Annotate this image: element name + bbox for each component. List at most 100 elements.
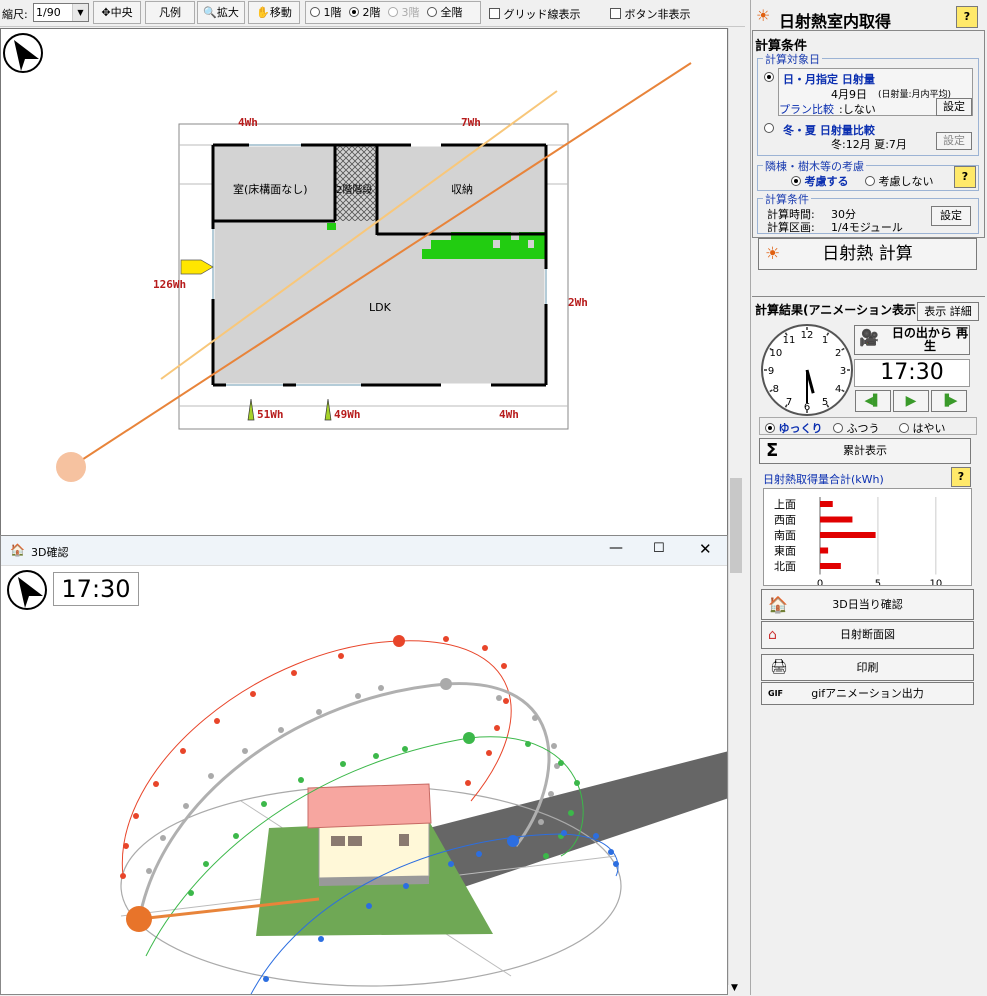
shading-on-radio[interactable]: 考慮する <box>791 173 849 189</box>
help-button[interactable]: ? <box>956 6 978 28</box>
printer-icon: 🖨 <box>770 659 788 675</box>
calc-section-label: 計算区画: <box>767 221 815 234</box>
scale-select[interactable]: 1/90 ▼ <box>33 3 89 22</box>
north-arrow-icon <box>3 33 43 73</box>
shading-off-radio[interactable]: 考慮しない <box>865 173 934 189</box>
3d-sun-check-button[interactable]: 🏠 3D日当り確認 <box>761 589 974 620</box>
target-day-radio-2[interactable] <box>764 122 774 135</box>
floor3-radio[interactable] <box>388 7 398 17</box>
window-3d: 🏠 3D確認 — ☐ ✕ 17:30 <box>0 535 728 995</box>
wh-left: 126Wh <box>153 278 187 291</box>
option1-title: 日・月指定 日射量 <box>783 73 875 86</box>
floor2-radio[interactable] <box>349 7 359 17</box>
maximize-icon[interactable]: ☐ <box>653 541 665 556</box>
plan-compare-link[interactable]: プラン比較 <box>779 101 834 117</box>
results-detail-label: 表示 詳細 <box>924 305 972 318</box>
gif-file-icon: GIF <box>768 689 784 698</box>
shading-on-label: 考慮する <box>804 175 849 188</box>
option2-detail: 冬:12月 夏:7月 <box>831 138 907 151</box>
room-label-storage: 収納 <box>451 183 473 196</box>
hide-buttons-row[interactable]: ボタン非表示 <box>610 6 691 22</box>
right-panel: ☀ 日射熱室内取得 ? 計算条件 計算対象日 日・月指定 日射量 4月9日 (日… <box>750 0 987 995</box>
calc-settings-button[interactable]: 設定 <box>931 206 971 226</box>
speed-slow-radio[interactable]: ゆっくり <box>765 420 823 436</box>
floor3-label: 3階 <box>401 6 420 19</box>
target-day-radio-1[interactable] <box>764 71 774 84</box>
hide-buttons-checkbox[interactable] <box>610 8 621 19</box>
print-label: 印刷 <box>856 661 879 674</box>
clock-number: 1 <box>822 335 828 346</box>
grid-label: グリッド線表示 <box>503 8 581 21</box>
solar-gain-chart: 0 5 10 上面 西面 南面 東面 北面 <box>763 488 972 586</box>
help-icon: ? <box>963 10 971 23</box>
wh-bottom-3: 4Wh <box>499 408 519 421</box>
cumulative-button[interactable]: Σ 累計表示 <box>759 438 971 464</box>
section-diagram-icon: ⌂ <box>768 627 777 643</box>
floor1-label: 1階 <box>323 6 342 19</box>
wh-right: 2Wh <box>568 296 588 309</box>
close-icon[interactable]: ✕ <box>699 540 712 558</box>
play-button[interactable]: ▶ <box>893 390 929 412</box>
chevron-down-icon[interactable]: ▼ <box>72 4 88 21</box>
clock-number: 9 <box>768 366 774 377</box>
chart-tick-label: 10 <box>929 579 942 586</box>
clock-number: 2 <box>835 348 841 359</box>
total-label: 日射熱取得量合計(kWh) <box>763 473 884 486</box>
sun-section-label: 日射断面図 <box>840 628 895 641</box>
north-arrow-3d-icon <box>7 570 47 610</box>
option1-settings-button[interactable]: 設定 <box>936 98 972 116</box>
option1-settings-label: 設定 <box>943 100 965 113</box>
move-button[interactable]: ✋移動 <box>248 1 300 24</box>
center-icon: ✥ <box>101 6 111 19</box>
sun-house-icon: ☀ <box>756 6 771 25</box>
zoom-button[interactable]: 🔍拡大 <box>197 1 245 24</box>
hide-buttons-label: ボタン非表示 <box>624 8 691 21</box>
cumulative-button-label: 累計表示 <box>843 444 887 457</box>
scroll-down-icon[interactable]: ▼ <box>731 983 738 993</box>
legend-button[interactable]: 凡例 <box>145 1 195 24</box>
time-display-3d: 17:30 <box>53 572 139 606</box>
speed-normal-radio[interactable]: ふつう <box>833 420 880 436</box>
plan-scrollbar[interactable]: ▼ <box>728 28 743 993</box>
gif-export-label: gifアニメーション出力 <box>811 687 924 700</box>
print-button[interactable]: 🖨 印刷 <box>761 654 974 681</box>
center-button[interactable]: ✥中央 <box>93 1 141 24</box>
sun-position-marker[interactable] <box>56 452 86 482</box>
toolbar: 縮尺: 1/90 ▼ ✥中央 凡例 🔍拡大 ✋移動 1階 2階 3階 全階 グリッ… <box>0 0 745 27</box>
house-roof <box>307 783 432 829</box>
floor-radio-group: 1階 2階 3階 全階 <box>305 1 481 24</box>
calculate-button[interactable]: ☀ 日射熱 計算 <box>758 238 977 270</box>
calc-settings-label: 設定 <box>940 209 962 222</box>
option2-settings-button[interactable]: 設定 <box>936 132 972 150</box>
zoom-button-label: 拡大 <box>216 6 239 19</box>
house-shadow <box>429 751 727 888</box>
gif-export-button[interactable]: GIF gifアニメーション出力 <box>761 682 974 705</box>
results-title: 計算結果(アニメーション表示) <box>755 303 922 317</box>
shading-help-button[interactable]: ? <box>954 166 976 188</box>
analog-clock: 12 1234567891011 <box>761 324 853 416</box>
calc-group-title: 計算条件 <box>763 191 811 207</box>
grid-checkbox-row[interactable]: グリッド線表示 <box>489 6 581 22</box>
step-back-button[interactable]: ◀▌ <box>855 390 891 412</box>
clock-number: 8 <box>773 384 779 395</box>
chart-help-button[interactable]: ? <box>951 467 971 487</box>
step-forward-button[interactable]: ▐▶ <box>931 390 967 412</box>
grid-checkbox[interactable] <box>489 8 500 19</box>
window-3d-titlebar[interactable]: 🏠 3D確認 — ☐ ✕ <box>1 536 727 566</box>
clock-number: 4 <box>835 384 841 395</box>
floor-all-radio[interactable] <box>427 7 437 17</box>
scrollbar-thumb[interactable] <box>730 478 742 573</box>
sun-3d-marker <box>126 906 152 932</box>
clock-number: 12 <box>801 330 814 341</box>
speed-fast-radio[interactable]: はやい <box>899 420 946 436</box>
sun-section-button[interactable]: ⌂ 日射断面図 <box>761 621 974 649</box>
time-display: 17:30 <box>854 359 970 387</box>
option2-settings-label: 設定 <box>943 134 965 147</box>
sunrise-play-button[interactable]: 🎥 日の出から 再生 <box>854 325 970 355</box>
floor1-radio[interactable] <box>310 7 320 17</box>
speed-normal-label: ふつう <box>846 422 880 435</box>
scene-3d-canvas[interactable] <box>1 566 728 995</box>
minimize-icon[interactable]: — <box>609 540 623 556</box>
chart-category-label: 西面 <box>774 514 796 527</box>
results-detail-button[interactable]: 表示 詳細 <box>917 302 979 321</box>
